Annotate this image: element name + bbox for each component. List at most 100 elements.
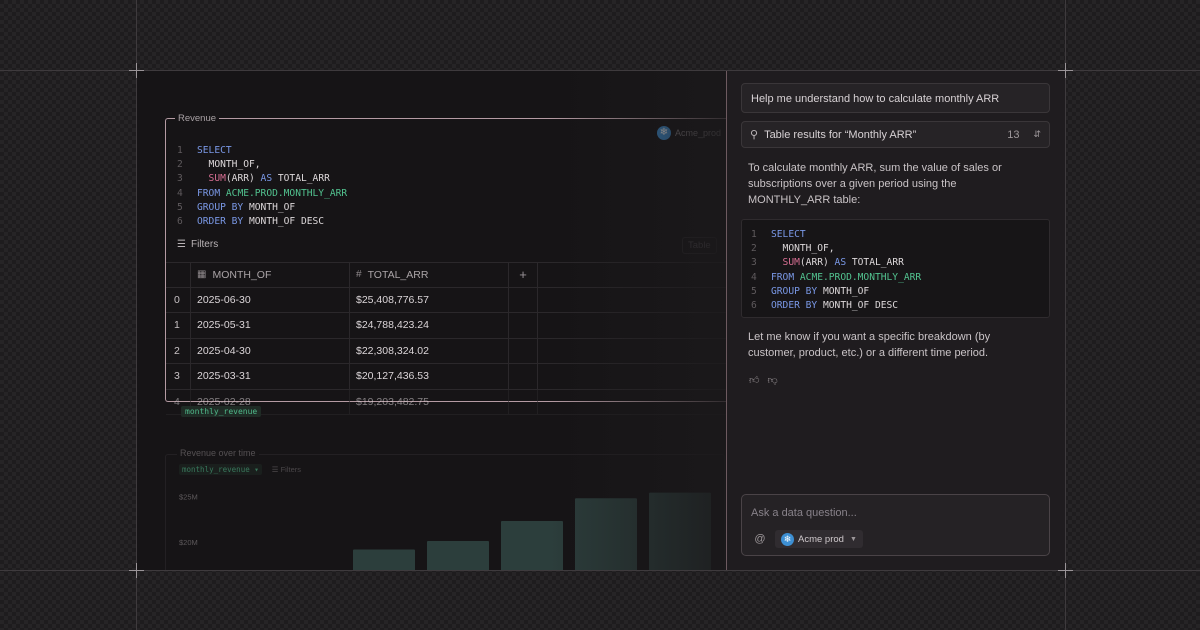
chart-bar[interactable]	[575, 498, 637, 570]
sql-token: (ARR)	[799, 257, 835, 269]
line-number: 5	[177, 201, 183, 213]
sql-token: MONTH_OF	[243, 201, 296, 213]
variable-name-tag[interactable]: monthly_revenue	[181, 406, 262, 417]
table-row[interactable]: 3 2025-03-31 $20,127,436.53	[166, 364, 726, 390]
cell-total-arr: $19,203,482.75	[349, 389, 508, 414]
sql-line: 6 ORDER BY MONTH_OF DESC	[177, 215, 347, 229]
connection-pill[interactable]: ❄ Acme_prod	[657, 126, 721, 140]
guide-line-right	[1065, 0, 1066, 630]
sql-token: SUM	[771, 257, 800, 269]
line-number: 2	[751, 243, 757, 255]
feedback-buttons: 👍︎ 👎︎	[749, 374, 778, 386]
cell-month: 2025-04-30	[190, 338, 349, 363]
sql-line: 1 SELECT	[751, 228, 921, 242]
line-number: 2	[177, 159, 183, 171]
revenue-bar-chart: $25M $20M	[179, 492, 711, 570]
line-number: 3	[177, 173, 183, 185]
sql-token: MONTH_OF DESC	[243, 216, 325, 228]
snowflake-icon: ❄	[657, 126, 671, 140]
sql-line: 1 SELECT	[177, 144, 347, 158]
answer-code-block: 1 SELECT 2 MONTH_OF, 3 SUM (ARR) AS TOTAL_AR…	[741, 219, 1050, 318]
cell-month: 2025-06-30	[190, 287, 349, 312]
assistant-answer-intro: To calculate monthly ARR, sum the value …	[748, 162, 1002, 207]
cell-empty	[508, 389, 538, 414]
sql-token: SELECT	[197, 145, 232, 156]
sql-token: SUM	[197, 173, 226, 185]
chart-bar[interactable]	[649, 492, 711, 570]
crosshair-bottom-right	[1058, 563, 1073, 578]
sql-token: AS	[260, 173, 273, 185]
sql-line: 2 MONTH_OF,	[177, 158, 347, 172]
row-index: 0	[174, 293, 180, 306]
sql-token: TOTAL_ARR	[846, 257, 904, 269]
guide-line-bottom	[0, 570, 1200, 571]
filters-button[interactable]: ☰ Filters	[177, 239, 218, 250]
crosshair-top-right	[1058, 63, 1073, 78]
notebook-panel: Revenue ❄ Acme_prod 1 SELECT 2 MONTH_OF, 3 …	[137, 71, 726, 570]
column-header-label: MONTH_OF	[212, 268, 272, 281]
table-row[interactable]: 1 2025-05-31 $24,788,423.24	[166, 313, 726, 339]
app-window: Revenue ❄ Acme_prod 1 SELECT 2 MONTH_OF, 3 …	[137, 71, 1065, 570]
sql-editor[interactable]: 1 SELECT 2 MONTH_OF, 3 SUM (ARR) AS TOTAL_AR…	[177, 144, 347, 229]
row-index: 1	[174, 319, 180, 332]
row-index: 3	[174, 370, 180, 383]
sql-line: 2 MONTH_OF,	[751, 242, 921, 256]
sql-line: 4 FROM ACME.PROD.MONTHLY_ARR	[177, 187, 347, 201]
sql-token: MONTH_OF DESC	[817, 300, 899, 312]
table-view-button[interactable]: Table	[682, 237, 717, 254]
thumbs-up-icon[interactable]: 👍︎	[749, 374, 759, 386]
sql-line: 6 ORDER BY MONTH_OF DESC	[751, 299, 921, 313]
sql-token: FROM	[197, 187, 226, 199]
y-tick-label: $25M	[179, 492, 198, 501]
row-index: 2	[174, 344, 180, 357]
table-row[interactable]: 0 2025-06-30 $25,408,776.57	[166, 287, 726, 313]
connection-select-label: Acme prod	[798, 533, 844, 545]
sql-line: 4 FROM ACME.PROD.MONTHLY_ARR	[751, 271, 921, 285]
sql-token: MONTH_OF,	[197, 159, 261, 171]
sql-line: 3 SUM (ARR) AS TOTAL_ARR	[177, 172, 347, 186]
sql-token: MONTH_OF	[817, 285, 870, 297]
sql-token: ORDER BY	[771, 300, 818, 312]
chart-bar[interactable]	[427, 540, 489, 570]
column-header-month[interactable]: ▦ MONTH_OF	[190, 263, 349, 287]
connection-select[interactable]: ❄ Acme prod ▼	[775, 530, 863, 548]
table-results-label: Table results for “Monthly ARR”	[764, 128, 917, 141]
sql-token: GROUP BY	[197, 201, 244, 213]
mention-button[interactable]: @	[751, 530, 769, 548]
calendar-icon: ▦	[197, 269, 207, 281]
column-header-total[interactable]: # TOTAL_ARR	[349, 263, 508, 287]
result-count: 13	[1007, 128, 1020, 141]
sql-cell-label: Revenue	[175, 113, 220, 124]
cell-empty	[508, 338, 538, 363]
ask-box: @ ❄ Acme prod ▼	[741, 494, 1050, 556]
answer-sql: 1 SELECT 2 MONTH_OF, 3 SUM (ARR) AS TOTAL_AR…	[751, 228, 921, 313]
table-row[interactable]: 2 2025-04-30 $22,308,324.02	[166, 338, 726, 364]
user-message: Help me understand how to calculate mont…	[741, 83, 1050, 113]
table-results-toggle[interactable]: ⚲ Table results for “Monthly ARR” 13 ⇵	[741, 121, 1050, 148]
table-body: 0 2025-06-30 $25,408,776.57 1 2025-05-31 $24,…	[166, 287, 726, 415]
line-number: 1	[177, 145, 183, 156]
cell-total-arr: $22,308,324.02	[349, 338, 508, 363]
ask-tools: @ ❄ Acme prod ▼	[751, 530, 863, 548]
chevron-updown-icon: ⇵	[1033, 129, 1041, 139]
cell-total-arr: $20,127,436.53	[349, 364, 508, 389]
sql-token: GROUP BY	[771, 285, 818, 297]
cell-month: 2025-05-31	[190, 313, 349, 338]
assistant-panel: Help me understand how to calculate mont…	[726, 71, 1065, 570]
line-number: 4	[177, 187, 183, 199]
line-number: 4	[751, 271, 757, 283]
assistant-answer-outro: Let me know if you want a specific break…	[748, 331, 991, 360]
chart-bar[interactable]	[353, 549, 415, 570]
crosshair-bottom-left	[129, 563, 144, 578]
chevron-down-icon: ▼	[849, 535, 857, 543]
thumbs-down-icon[interactable]: 👎︎	[767, 374, 777, 386]
sql-token: FROM	[771, 271, 800, 283]
column-header-label: TOTAL_ARR	[367, 268, 429, 281]
search-table-icon: ⚲	[750, 129, 759, 141]
chart-cell[interactable]: Revenue over time monthly_revenue ▾ ☰ Fi…	[165, 448, 725, 570]
filters-label: Filters	[190, 239, 219, 250]
chart-bar[interactable]	[501, 521, 563, 570]
add-column-button[interactable]: +	[508, 263, 538, 287]
ask-input[interactable]	[751, 507, 1041, 519]
sql-line: 3 SUM (ARR) AS TOTAL_ARR	[751, 256, 921, 270]
